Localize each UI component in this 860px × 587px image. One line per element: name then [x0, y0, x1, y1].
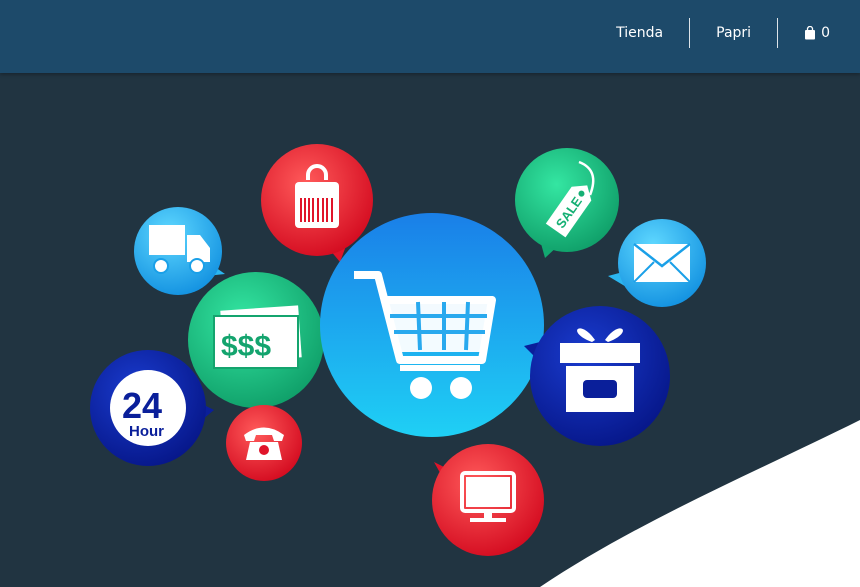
shopping-bag-icon [805, 26, 816, 40]
money-text: $$$ [221, 330, 271, 363]
shopping-cart-icon [320, 213, 548, 437]
ecommerce-illustration: SALE $$$ 24 Hour [90, 144, 860, 587]
money-icon: $$$ [188, 272, 324, 408]
delivery-truck-icon [134, 207, 225, 295]
nav-item-papri[interactable]: Papri [690, 18, 777, 48]
nav-divider [777, 18, 779, 48]
hour-text: Hour [129, 423, 164, 440]
nav-divider [689, 18, 691, 48]
top-navigation-bar: Tienda Papri 0 [0, 0, 860, 73]
main-nav: Tienda Papri 0 [590, 18, 830, 48]
24-number-text: 24 [122, 385, 162, 426]
nav-item-tienda[interactable]: Tienda [590, 18, 689, 48]
telephone-icon [226, 405, 302, 481]
sale-tag-icon: SALE [515, 148, 619, 258]
cart-button[interactable]: 0 [778, 18, 830, 48]
cart-count: 0 [821, 25, 830, 41]
monitor-icon [432, 444, 544, 556]
hero-banner: SALE $$$ 24 Hour [0, 73, 860, 587]
mail-icon [608, 219, 706, 307]
white-curve-shape [540, 420, 860, 587]
gift-box-icon [524, 306, 670, 446]
